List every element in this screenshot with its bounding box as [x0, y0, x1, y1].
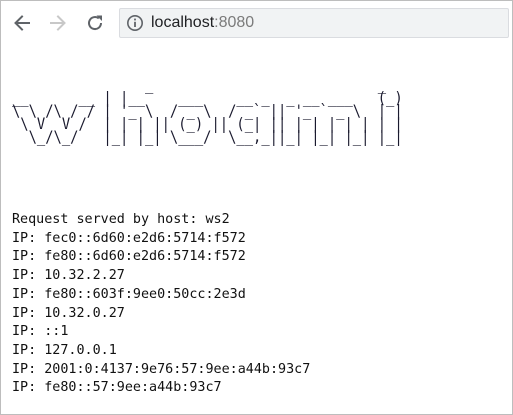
ip-line: IP: fe80::57:9ee:a44b:93c7 — [12, 380, 222, 396]
reload-icon — [88, 15, 103, 31]
url-text[interactable]: localhost:8080 — [151, 14, 254, 32]
ip-line: IP: fe80::603f:9ee0:50cc:2e3d — [12, 286, 246, 302]
ip-line: IP: fe80::6d60:e2d6:5714:f572 — [12, 249, 246, 265]
arrow-left-icon — [14, 15, 30, 31]
ip-line: IP: 10.32.2.27 — [12, 268, 125, 284]
info-circle-icon[interactable] — [126, 14, 144, 32]
browser-window: localhost:8080 _ _ __ __ | |__ ___ __ _ … — [0, 0, 513, 415]
arrow-right-icon — [50, 15, 66, 31]
ip-line: IP: 2001:0:4137:9e76:57:9ee:a44b:93c7 — [12, 361, 311, 377]
ip-line: IP: fec0::6d60:e2d6:5714:f572 — [12, 230, 246, 246]
page-content: _ _ __ __ | |__ ___ __ _ _ __ ___ (_) \ … — [12, 75, 507, 395]
ip-line: IP: 10.32.0.27 — [12, 305, 125, 321]
response-lines: Request served by host: ws2 IP: fec0::6d… — [12, 211, 310, 398]
url-host: localhost — [151, 14, 215, 31]
ip-line: IP: 127.0.0.1 — [12, 342, 117, 358]
ip-line: IP: ::1 — [12, 324, 69, 340]
ascii-art-banner: _ _ __ __ | |__ ___ __ _ _ __ ___ (_) \ … — [12, 75, 403, 146]
reload-button[interactable] — [82, 10, 108, 36]
back-button[interactable] — [9, 10, 35, 36]
address-bar[interactable]: localhost:8080 — [119, 8, 509, 38]
host-line: Request served by host: ws2 — [12, 212, 230, 227]
browser-toolbar: localhost:8080 — [1, 1, 512, 45]
forward-button[interactable] — [45, 10, 71, 36]
url-port: :8080 — [214, 14, 255, 31]
